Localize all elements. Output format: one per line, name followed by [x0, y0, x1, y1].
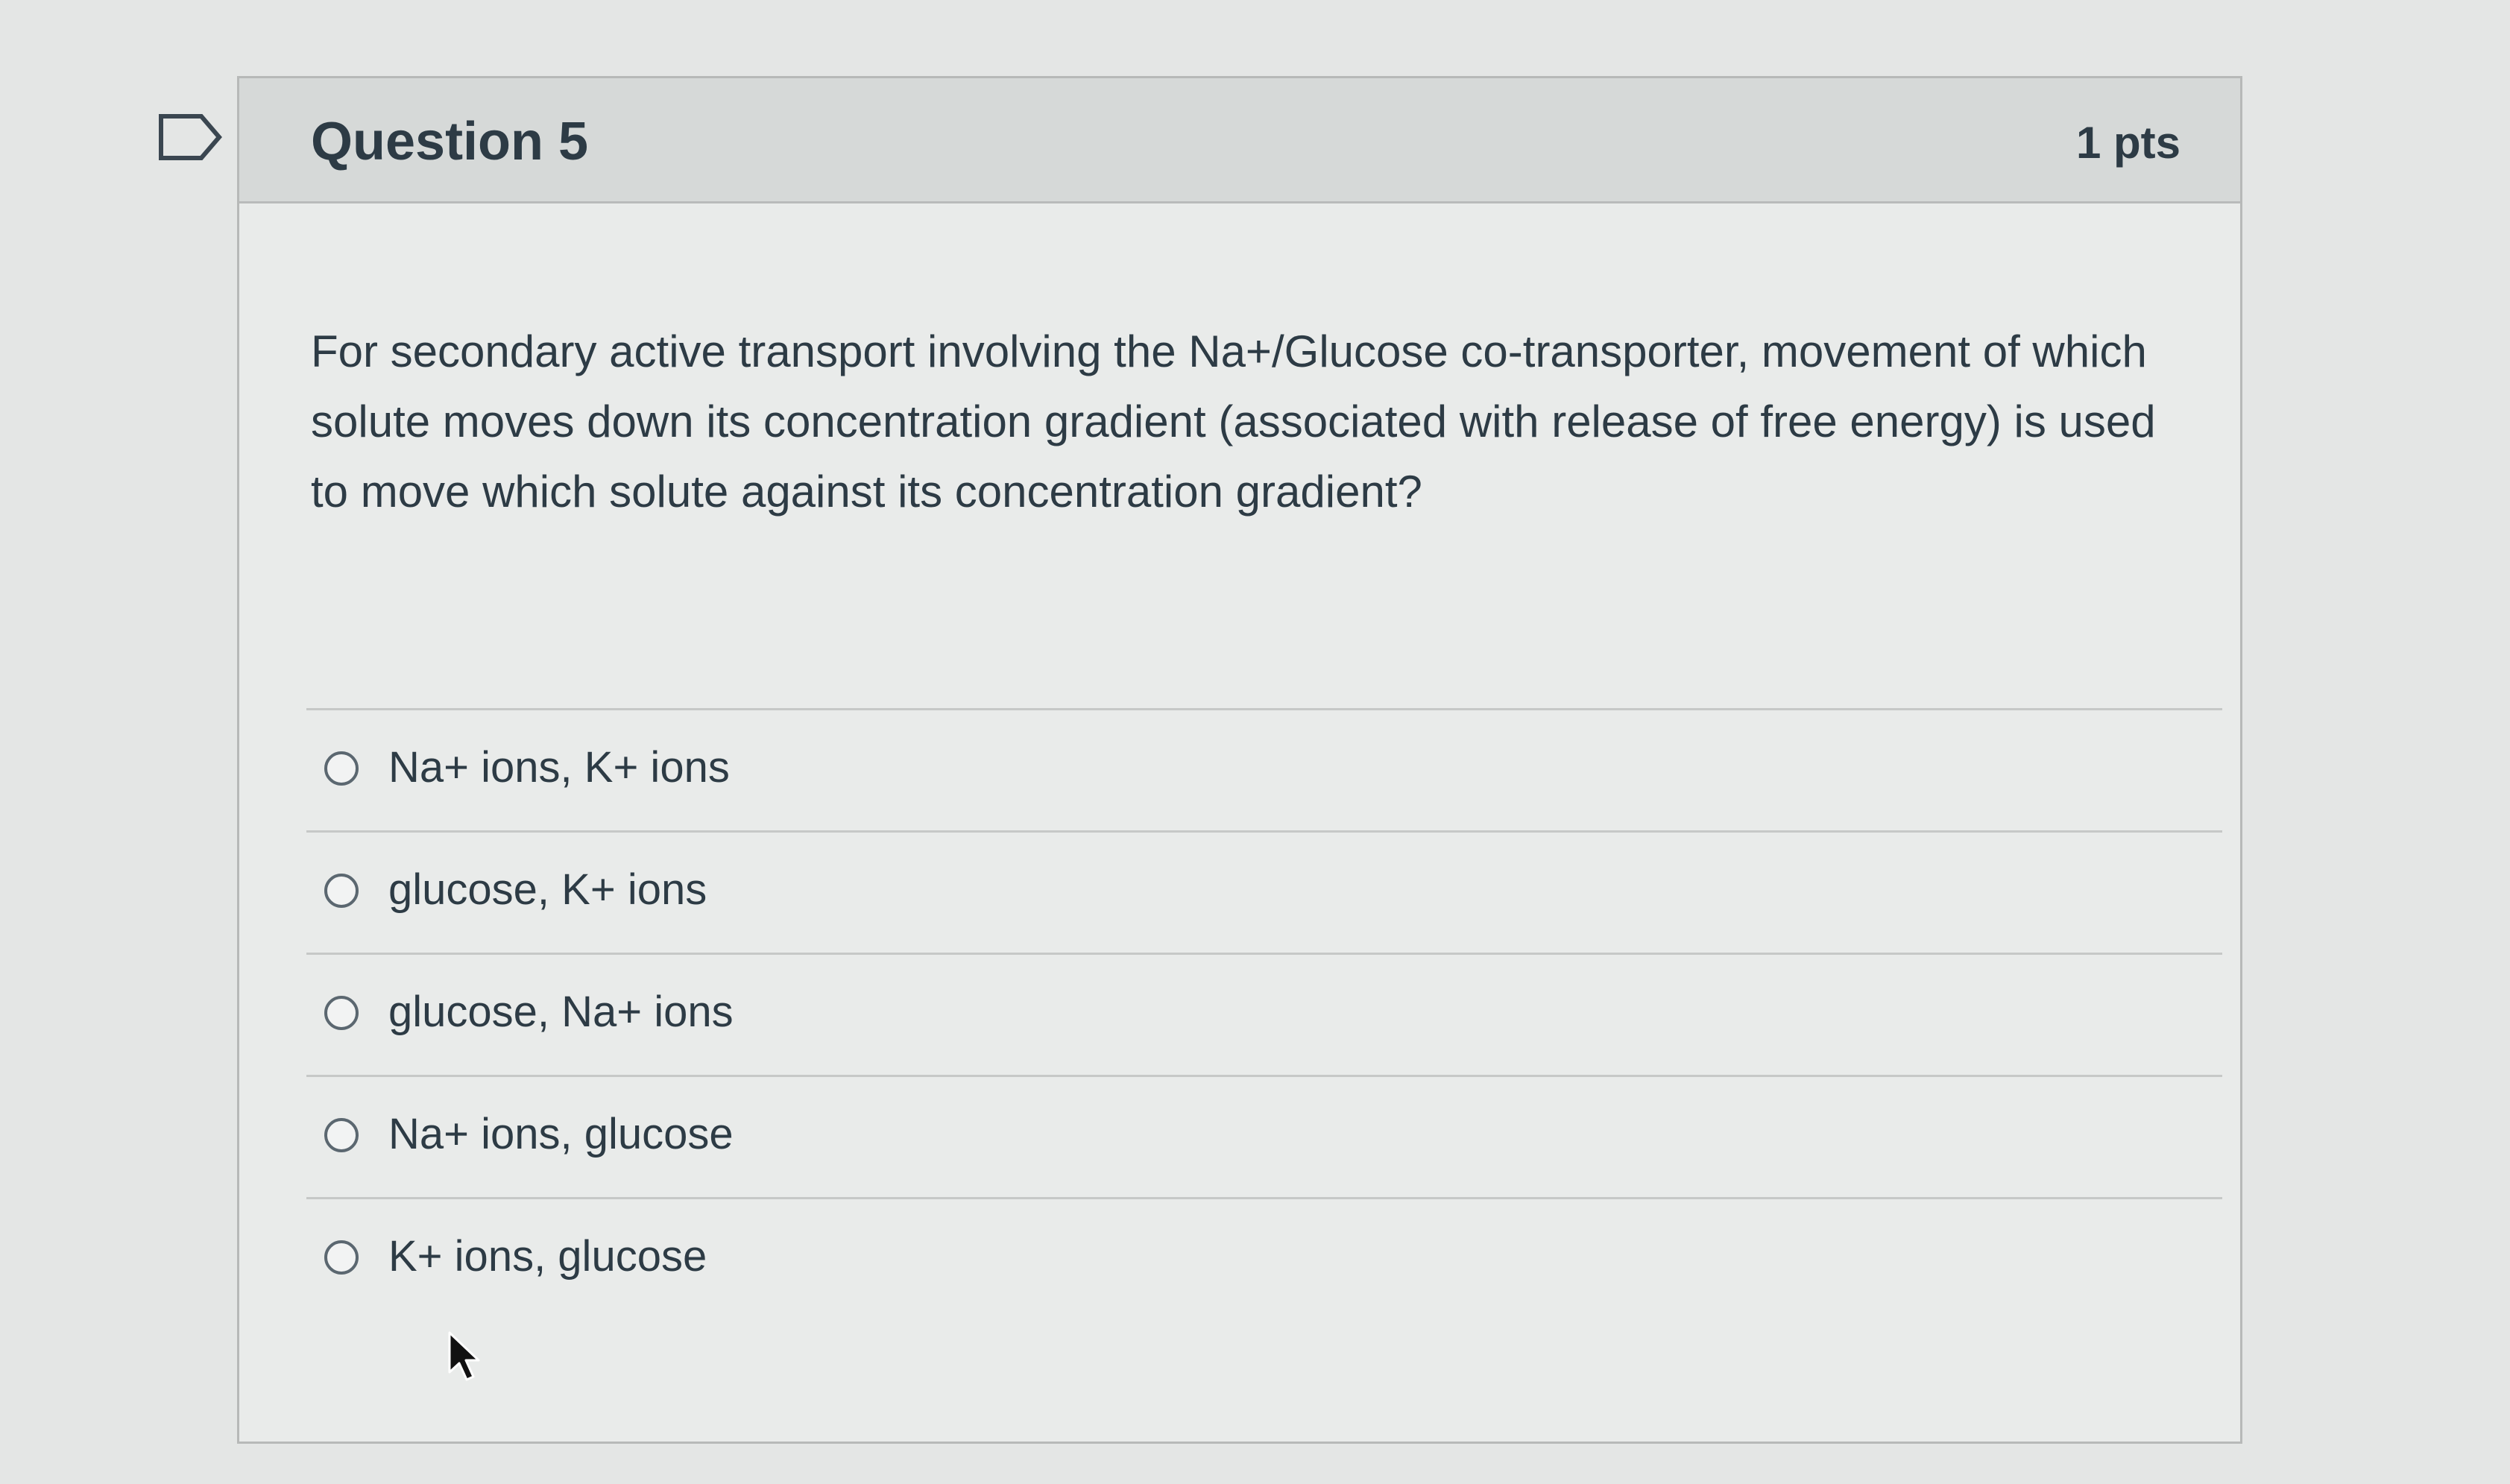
answer-label[interactable]: Na+ ions, glucose [388, 1108, 734, 1161]
answer-option[interactable]: glucose, K+ ions [306, 833, 2222, 955]
question-points: 1 pts [2075, 118, 2181, 168]
question-card: Question 5 1 pts For secondary active tr… [237, 76, 2242, 1444]
answer-label[interactable]: glucose, K+ ions [388, 864, 707, 916]
mouse-pointer-icon [448, 1331, 480, 1381]
radio-unchecked-icon[interactable] [324, 1118, 359, 1152]
radio-unchecked-icon[interactable] [324, 1240, 359, 1275]
question-text: For secondary active transport involving… [311, 326, 2156, 517]
radio-unchecked-icon[interactable] [324, 874, 359, 908]
answer-label[interactable]: Na+ ions, K+ ions [388, 742, 730, 794]
answer-label[interactable]: glucose, Na+ ions [388, 986, 734, 1038]
radio-unchecked-icon[interactable] [324, 751, 359, 786]
answer-label[interactable]: K+ ions, glucose [388, 1231, 707, 1283]
radio-unchecked-icon[interactable] [324, 996, 359, 1030]
answer-option[interactable]: Na+ ions, glucose [306, 1077, 2222, 1199]
flag-question-icon[interactable] [158, 113, 222, 161]
answer-option[interactable]: glucose, Na+ ions [306, 955, 2222, 1077]
answer-list: Na+ ions, K+ ions glucose, K+ ions gluco… [306, 708, 2222, 1322]
question-title: Question 5 [311, 112, 589, 171]
answer-option[interactable]: K+ ions, glucose [306, 1199, 2222, 1322]
answer-option[interactable]: Na+ ions, K+ ions [306, 710, 2222, 833]
question-header: Question 5 1 pts [239, 78, 2240, 203]
